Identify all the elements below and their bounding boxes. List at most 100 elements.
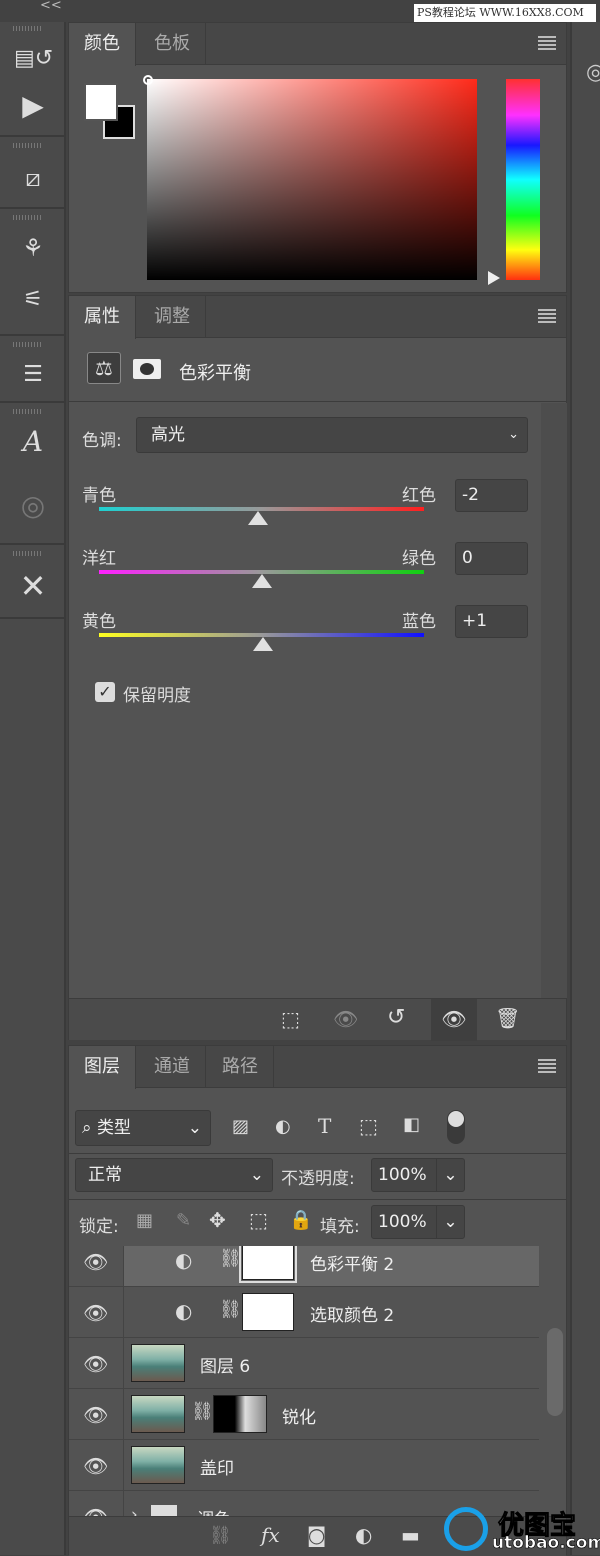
eye-icon[interactable]: 👁 (83, 1352, 108, 1376)
chevron-down-icon: ⌄ (249, 1165, 264, 1185)
filter-shape-icon[interactable]: ⬚ (359, 1114, 378, 1138)
color-field-cursor[interactable] (143, 75, 153, 85)
tool-group: ⧄ (0, 139, 66, 209)
slider-handle[interactable] (251, 574, 272, 588)
filter-type-icon[interactable]: T (318, 1114, 331, 1138)
layer-row[interactable]: 👁 ⛓ 锐化 (69, 1389, 539, 1440)
foreground-color-swatch[interactable] (84, 83, 118, 121)
layer-thumbnail[interactable] (131, 1446, 185, 1484)
chevron-down-icon: ⌄ (508, 427, 519, 442)
color-balance-icon[interactable]: ⚖ (87, 352, 121, 384)
slider-value-input[interactable]: -2 (455, 479, 528, 512)
color-field[interactable] (147, 79, 477, 280)
link-icon[interactable]: ⛓ (219, 1299, 242, 1320)
new-adjustment-icon[interactable]: ◐ (355, 1523, 372, 1547)
layer-row[interactable]: 👁 ◐ ⛓ 选取颜色 2 (69, 1287, 539, 1338)
brush-presets-icon[interactable]: ⚘ (14, 229, 52, 267)
layers-scrollbar[interactable] (547, 1328, 563, 1416)
tab-paths[interactable]: 路径 (207, 1046, 274, 1088)
clone-source-icon[interactable]: ☰ (14, 356, 52, 394)
panel-menu-icon[interactable] (538, 1059, 556, 1073)
character-icon[interactable]: A (14, 423, 52, 461)
watermark-logo: 优图宝 utobao.com (440, 1505, 600, 1555)
layer-name: 调色 (197, 1505, 231, 1516)
history-icon[interactable]: ▤↺ (14, 40, 53, 78)
layer-mask-thumbnail[interactable] (242, 1293, 294, 1331)
fx-icon[interactable]: fx (261, 1523, 280, 1547)
panel-menu-icon[interactable] (538, 36, 556, 50)
slider-left-label: 洋红 (82, 549, 116, 569)
play-actions-icon[interactable]: ▶ (14, 87, 52, 125)
brush-settings-icon[interactable]: ⚟ (14, 281, 52, 319)
slider-handle[interactable] (253, 637, 274, 651)
opacity-input[interactable]: 100% ⌄ (371, 1158, 465, 1192)
tab-layers[interactable]: 图层 (69, 1046, 136, 1089)
dock-icon[interactable]: ◎ (586, 60, 600, 85)
mask-icon[interactable] (133, 359, 161, 379)
hue-slider-handle[interactable] (488, 271, 500, 285)
tools-icon[interactable]: ✕ (14, 567, 52, 605)
blend-mode-select[interactable]: 正常 ⌄ (75, 1158, 273, 1192)
layer-thumbnail[interactable] (131, 1395, 185, 1433)
add-mask-icon[interactable]: ◙ (307, 1523, 326, 1547)
tab-channels[interactable]: 通道 (139, 1046, 206, 1088)
watermark-url: utobao.com (492, 1533, 600, 1554)
tab-adjustments[interactable]: 调整 (139, 296, 206, 338)
view-previous-state-icon[interactable]: 👁 (333, 1007, 358, 1031)
link-icon[interactable]: ⛓ (191, 1401, 214, 1422)
toggle-visibility-icon[interactable]: 👁 (431, 999, 477, 1041)
layer-row[interactable]: 👁 盖印 (69, 1440, 539, 1491)
eye-icon[interactable]: 👁 (83, 1505, 108, 1516)
lock-artboard-icon[interactable]: ⬚ (249, 1208, 268, 1232)
properties-scrollbar[interactable] (541, 403, 567, 998)
chevron-down-icon[interactable]: ⌄ (436, 1206, 464, 1238)
eye-icon[interactable]: 👁 (83, 1250, 108, 1274)
clip-to-layer-icon[interactable]: ⬚ (281, 1007, 300, 1031)
lock-position-icon[interactable]: ✥ (209, 1208, 226, 1232)
lock-all-icon[interactable]: 🔒 (289, 1208, 313, 1231)
eye-icon[interactable]: 👁 (83, 1301, 108, 1325)
3d-icon[interactable]: ◎ (14, 487, 52, 525)
reset-icon[interactable]: ↺ (387, 1005, 405, 1030)
expand-chevron-icon[interactable]: › (131, 1505, 138, 1516)
folder-icon (151, 1505, 177, 1516)
tab-properties[interactable]: 属性 (69, 296, 136, 339)
tool-group: ☰ (0, 338, 66, 403)
layer-thumbnail[interactable] (131, 1344, 185, 1382)
tab-color[interactable]: 颜色 (69, 23, 136, 66)
lock-paint-icon[interactable]: ✎ (176, 1210, 191, 1231)
filter-smart-object-icon[interactable]: ◧ (403, 1114, 420, 1135)
layer-list: 👁 ◐ ⛓ 色彩平衡 2 👁 ◐ ⛓ 选取颜色 2 👁 图层 6 👁 ⛓ 锐化 … (69, 1246, 539, 1516)
tone-select[interactable]: 高光 ⌄ (136, 417, 528, 453)
new-group-icon[interactable]: ▬ (401, 1523, 420, 1547)
slider-value-input[interactable]: +1 (455, 605, 528, 638)
collapse-button[interactable]: << (40, 0, 62, 13)
layer-name: 色彩平衡 2 (310, 1255, 395, 1275)
slider-left-label: 黄色 (82, 612, 116, 632)
filter-pixel-icon[interactable]: ▨ (232, 1116, 249, 1137)
layer-row[interactable]: 👁 ◐ ⛓ 色彩平衡 2 (69, 1246, 539, 1287)
filter-adjustment-icon[interactable]: ◐ (275, 1116, 291, 1137)
chevron-down-icon[interactable]: ⌄ (436, 1159, 464, 1191)
fill-input[interactable]: 100% ⌄ (371, 1205, 465, 1239)
filter-toggle[interactable] (447, 1110, 465, 1144)
slider-handle[interactable] (248, 511, 269, 525)
layer-mask-thumbnail[interactable] (213, 1395, 267, 1433)
hue-slider[interactable] (506, 79, 540, 280)
link-icon[interactable]: ⛓ (219, 1248, 242, 1269)
tab-swatches[interactable]: 色板 (139, 23, 206, 65)
panel-menu-icon[interactable] (538, 309, 556, 323)
transform-icon[interactable]: ⧄ (14, 159, 52, 197)
layer-mask-thumbnail[interactable] (239, 1246, 297, 1283)
link-layers-icon[interactable]: ⛓ (209, 1525, 232, 1546)
preserve-luminosity-checkbox[interactable]: ✓ (95, 682, 115, 702)
filter-type-select[interactable]: ⌕ 类型 ⌄ (75, 1110, 211, 1146)
slider-value-input[interactable]: 0 (455, 542, 528, 575)
fill-label: 填充: (320, 1217, 360, 1237)
eye-icon[interactable]: 👁 (83, 1403, 108, 1427)
lock-transparent-icon[interactable]: ▦ (136, 1210, 153, 1231)
layer-row[interactable]: 👁 图层 6 (69, 1338, 539, 1389)
watermark: PS教程论坛 WWW.16XX8.COM (414, 4, 596, 22)
eye-icon[interactable]: 👁 (83, 1454, 108, 1478)
delete-icon[interactable]: 🗑 (495, 1006, 520, 1030)
